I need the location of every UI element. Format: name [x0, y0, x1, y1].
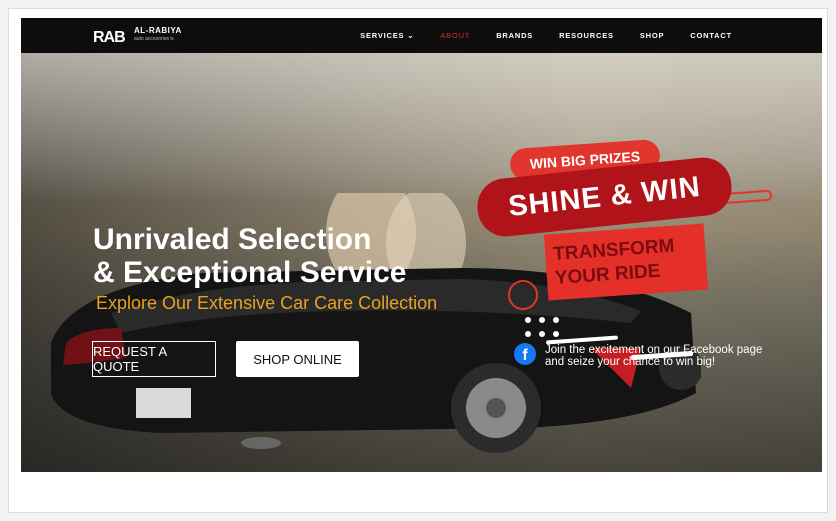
hero-headline: Unrivaled Selection & Exceptional Servic…: [93, 223, 407, 289]
top-navigation: RAB AL-RABIYA auto accesories tr. SERVIC…: [21, 18, 822, 53]
svg-text:RAB: RAB: [93, 29, 125, 46]
hero-subheadline: Explore Our Extensive Car Care Collectio…: [96, 293, 438, 313]
nav-item-shop[interactable]: SHOP: [640, 31, 664, 40]
nav-item-about[interactable]: ABOUT: [440, 31, 470, 40]
nav-item-brands[interactable]: BRANDS: [496, 31, 533, 40]
brand-name[interactable]: AL-RABIYA: [134, 26, 182, 35]
brand-tagline: auto accesories tr.: [134, 36, 175, 42]
shop-online-button[interactable]: SHOP ONLINE: [236, 341, 359, 377]
nav-item-resources[interactable]: RESOURCES: [559, 31, 614, 40]
brand-logo-icon[interactable]: RAB: [93, 26, 127, 46]
chevron-down-icon: ⌄: [407, 31, 415, 40]
nav-item-services[interactable]: SERVICES ⌄: [360, 31, 414, 40]
facebook-icon[interactable]: f: [514, 343, 536, 365]
facebook-promo-text: Join the excitement on our Facebook page…: [545, 344, 763, 368]
request-quote-button[interactable]: REQUEST A QUOTE: [92, 341, 216, 377]
nav-item-contact[interactable]: CONTACT: [690, 31, 732, 40]
nav-menu: SERVICES ⌄ ABOUT BRANDS RESOURCES SHOP C…: [334, 18, 732, 53]
promo-transform-banner: TRANSFORM YOUR RIDE: [543, 223, 709, 301]
